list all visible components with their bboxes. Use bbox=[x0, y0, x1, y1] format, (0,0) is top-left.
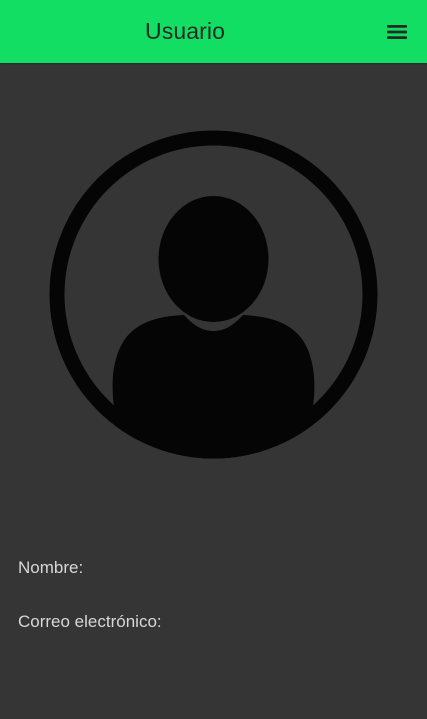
name-label: Nombre: bbox=[18, 558, 84, 577]
page-title: Usuario bbox=[145, 18, 225, 44]
user-profile-screen: Usuario Nombre: Correo electrónico: bbox=[0, 0, 427, 719]
hamburger-menu-icon bbox=[387, 25, 407, 39]
email-label: Correo electrónico: bbox=[18, 612, 162, 631]
app-header: Usuario bbox=[0, 0, 427, 63]
user-avatar-icon bbox=[49, 130, 378, 459]
avatar bbox=[48, 129, 379, 460]
menu-button[interactable] bbox=[385, 20, 409, 44]
